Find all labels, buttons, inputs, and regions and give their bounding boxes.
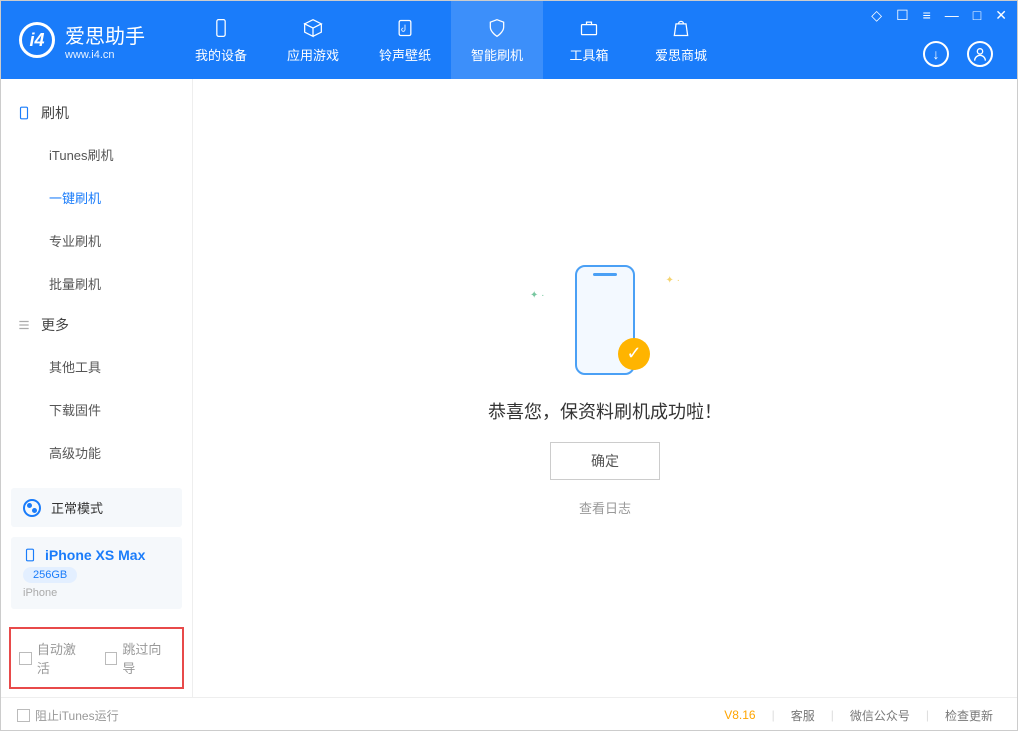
version-label: V8.16 <box>724 708 755 722</box>
nav-apps[interactable]: 应用游戏 <box>267 1 359 79</box>
check-icon: ✓ <box>618 338 650 370</box>
mode-box[interactable]: 正常模式 <box>11 488 182 527</box>
nav-toolbox[interactable]: 工具箱 <box>543 1 635 79</box>
minimize-icon[interactable]: — <box>945 7 959 24</box>
sparkle-icon: ✦ · <box>666 275 681 286</box>
view-log-link[interactable]: 查看日志 <box>579 498 631 517</box>
nav-store[interactable]: 爱思商城 <box>635 1 727 79</box>
feedback-icon[interactable]: ☐ <box>896 7 909 24</box>
phone-icon <box>210 17 232 39</box>
app-header: i4 爱思助手 www.i4.cn 我的设备 应用游戏 铃声壁纸 智能刷机 工具… <box>1 1 1017 79</box>
maximize-icon[interactable]: □ <box>973 7 981 24</box>
header-actions: ↓ <box>923 41 993 67</box>
shield-icon <box>486 17 508 39</box>
sidebar-pro-flash[interactable]: 专业刷机 <box>1 219 192 262</box>
sidebar-batch-flash[interactable]: 批量刷机 <box>1 262 192 305</box>
device-icon <box>17 106 31 120</box>
storage-badge: 256GB <box>23 567 77 583</box>
success-message: 恭喜您，保资料刷机成功啦！ <box>488 398 722 424</box>
phone-icon <box>23 548 37 562</box>
ok-button[interactable]: 确定 <box>550 442 660 480</box>
toolbox-icon <box>578 17 600 39</box>
sidebar-other-tools[interactable]: 其他工具 <box>1 345 192 388</box>
close-icon[interactable]: ✕ <box>995 7 1007 24</box>
user-icon[interactable] <box>967 41 993 67</box>
cs-link[interactable]: 客服 <box>783 707 823 724</box>
auto-activate-checkbox[interactable]: 自动激活 <box>19 639 89 677</box>
window-controls: ◇ ☐ ≡ — □ ✕ <box>871 7 1007 24</box>
app-name: 爱思助手 <box>65 20 145 49</box>
top-nav: 我的设备 应用游戏 铃声壁纸 智能刷机 工具箱 爱思商城 <box>175 1 727 79</box>
block-itunes-checkbox[interactable]: 阻止iTunes运行 <box>17 707 119 724</box>
sidebar: 刷机 iTunes刷机 一键刷机 专业刷机 批量刷机 更多 其他工具 下载固件 … <box>1 79 193 697</box>
skin-icon[interactable]: ◇ <box>871 7 882 24</box>
group-flash: 刷机 <box>1 93 192 133</box>
option-row: 自动激活 跳过向导 <box>9 627 184 689</box>
nav-flash[interactable]: 智能刷机 <box>451 1 543 79</box>
device-box[interactable]: iPhone XS Max 256GB iPhone <box>11 537 182 609</box>
sparkle-icon: ✦ · <box>530 290 545 301</box>
mode-icon <box>23 499 41 517</box>
logo-icon: i4 <box>19 22 55 58</box>
wechat-link[interactable]: 微信公众号 <box>842 707 918 724</box>
skip-guide-checkbox[interactable]: 跳过向导 <box>105 639 175 677</box>
nav-ringtone[interactable]: 铃声壁纸 <box>359 1 451 79</box>
bag-icon <box>670 17 692 39</box>
download-icon[interactable]: ↓ <box>923 41 949 67</box>
status-bar: 阻止iTunes运行 V8.16 | 客服 | 微信公众号 | 检查更新 <box>1 697 1017 732</box>
success-illustration: ✦ · ✓ ✦ · <box>530 260 680 380</box>
device-name: iPhone XS Max <box>45 547 145 563</box>
cube-icon <box>302 17 324 39</box>
update-link[interactable]: 检查更新 <box>937 707 1001 724</box>
sidebar-download-fw[interactable]: 下载固件 <box>1 388 192 431</box>
menu-icon[interactable]: ≡ <box>923 7 931 24</box>
list-icon <box>17 318 31 332</box>
group-more: 更多 <box>1 305 192 345</box>
nav-my-device[interactable]: 我的设备 <box>175 1 267 79</box>
music-icon <box>394 17 416 39</box>
sidebar-advanced[interactable]: 高级功能 <box>1 431 192 474</box>
sidebar-itunes-flash[interactable]: iTunes刷机 <box>1 133 192 176</box>
main-content: ✦ · ✓ ✦ · 恭喜您，保资料刷机成功啦！ 确定 查看日志 <box>193 79 1017 697</box>
sidebar-oneclick-flash[interactable]: 一键刷机 <box>1 176 192 219</box>
device-type: iPhone <box>23 587 170 599</box>
logo: i4 爱思助手 www.i4.cn <box>19 20 145 61</box>
app-url: www.i4.cn <box>65 49 145 61</box>
